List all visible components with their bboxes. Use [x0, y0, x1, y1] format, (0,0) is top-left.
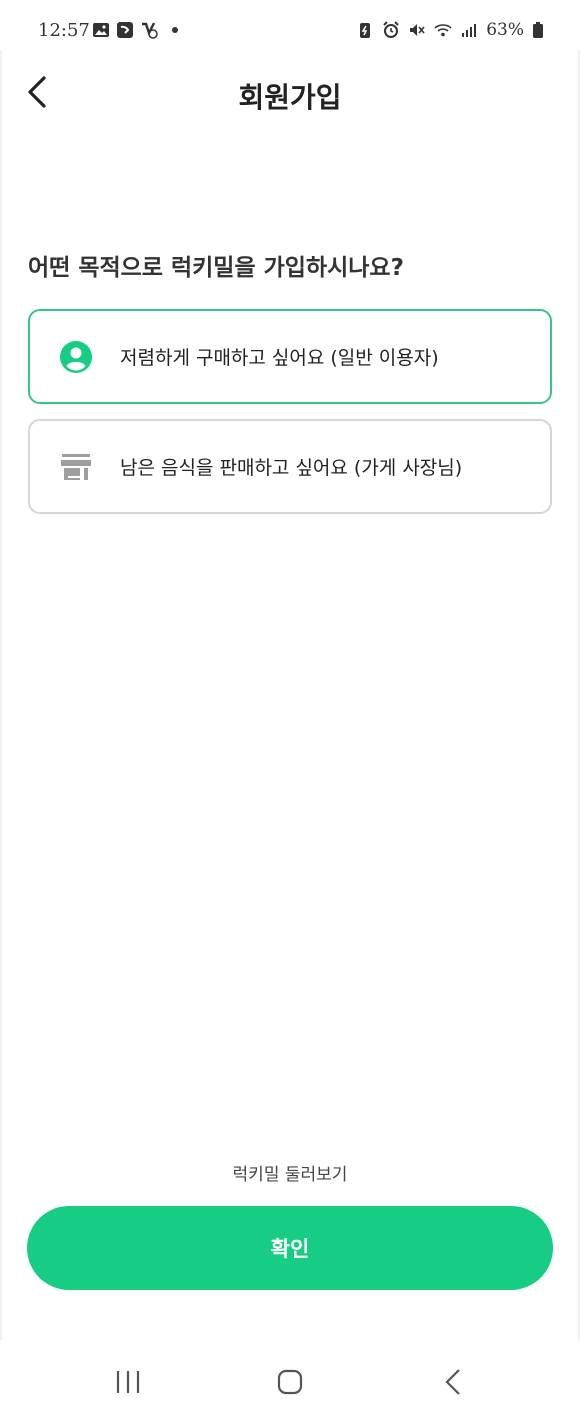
home-icon [277, 1369, 303, 1395]
app-frame [0, 50, 580, 1340]
more-notifications-dot [172, 27, 178, 33]
system-back-button[interactable] [434, 1362, 474, 1402]
battery-percentage: 63% [486, 20, 524, 40]
header: 회원가입 [0, 62, 580, 124]
signal-icon [462, 24, 477, 37]
browse-link[interactable]: 럭키밀 둘러보기 [0, 1160, 580, 1185]
system-nav-bar [0, 1340, 580, 1418]
app-notification-icon [117, 22, 133, 38]
home-button[interactable] [270, 1362, 310, 1402]
mute-icon [410, 24, 425, 36]
page-title: 회원가입 [238, 81, 342, 114]
option-general-user-label: 저렴하게 구매하고 싶어요 (일반 이용자) [120, 347, 439, 369]
option-store-owner[interactable]: 남은 음식을 판매하고 싶어요 (가게 사장님) [28, 419, 552, 514]
option-store-owner-label: 남은 음식을 판매하고 싶어요 (가게 사장님) [120, 457, 463, 479]
back-arrow-icon [445, 1369, 460, 1395]
notification-icons [92, 21, 178, 39]
battery-icon [533, 22, 543, 38]
battery-saver-icon [360, 23, 371, 38]
store-icon [56, 447, 96, 487]
signup-purpose-question: 어떤 목적으로 럭키밀을 가입하시나요? [28, 255, 404, 281]
system-icons: 63% [356, 20, 544, 40]
recent-apps-button[interactable] [108, 1362, 148, 1402]
call-app-icon [142, 22, 158, 39]
wifi-icon [434, 24, 452, 37]
user-circle-icon [56, 337, 96, 377]
status-time: 12:57 [38, 20, 90, 41]
option-general-user[interactable]: 저렴하게 구매하고 싶어요 (일반 이용자) [28, 309, 552, 404]
alarm-icon [383, 21, 399, 38]
gallery-icon [93, 23, 109, 37]
recent-apps-icon [116, 1371, 140, 1393]
confirm-button[interactable]: 확인 [27, 1206, 553, 1290]
